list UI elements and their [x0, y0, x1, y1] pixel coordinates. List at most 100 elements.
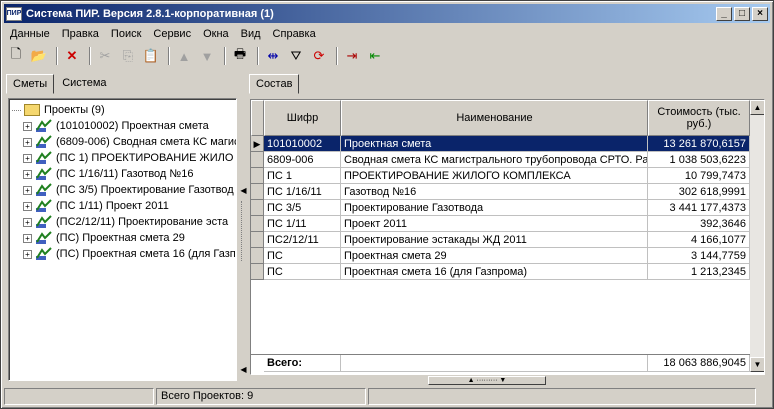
title-bar[interactable]: ПИР Система ПИР. Версия 2.8.1-корпоратив…	[4, 4, 770, 23]
expand-icon[interactable]: +	[23, 233, 32, 243]
table-row[interactable]: ▶ 101010002 Проектная смета 13 261 870,6157	[251, 136, 750, 152]
tree-item[interactable]: + (ПС) Проектная смета 29	[23, 230, 185, 246]
vertical-scrollbar[interactable]: ▲ ▼	[750, 100, 764, 372]
tree-item[interactable]: + (6809-006) Сводная смета КС магис	[23, 134, 236, 150]
tree-item[interactable]: + (ПС 3/5) Проектирование Газотвод	[23, 182, 234, 198]
open-folder-icon[interactable]: 📂	[29, 46, 49, 66]
cell-name[interactable]: Проект 2011	[341, 216, 648, 232]
table-row[interactable]: ПС2/12/11 Проектирование эстакады ЖД 2011…	[251, 232, 750, 248]
menu-search[interactable]: Поиск	[105, 28, 147, 40]
move-up-icon[interactable]: ▲	[174, 46, 194, 66]
cell-name[interactable]: Проектирование эстакады ЖД 2011	[341, 232, 648, 248]
tree-item[interactable]: + (101010002) Проектная смета	[23, 118, 209, 134]
tree-item[interactable]: + (ПС2/12/11) Проектирование эста	[23, 214, 228, 230]
cell-cost[interactable]: 3 441 177,4373	[648, 200, 750, 216]
cell-code[interactable]: ПС	[264, 248, 341, 264]
tree-item[interactable]: + (ПС 1) ПРОЕКТИРОВАНИЕ ЖИЛО	[23, 150, 233, 166]
scroll-down-icon[interactable]: ▼	[750, 357, 764, 372]
cell-code[interactable]: ПС2/12/11	[264, 232, 341, 248]
cell-name[interactable]: Сводная смета КС магистрального трубопро…	[341, 152, 648, 168]
cell-name[interactable]: Газотвод №16	[341, 184, 648, 200]
cell-name[interactable]: Проектная смета 29	[341, 248, 648, 264]
cell-code[interactable]: 101010002	[264, 136, 341, 152]
cell-code[interactable]: ПС 3/5	[264, 200, 341, 216]
expand-icon[interactable]: +	[23, 249, 32, 259]
splitter-grip[interactable]	[241, 201, 245, 261]
header-cost[interactable]: Стоимость (тыс. руб.)	[648, 100, 750, 136]
table-row[interactable]: ПС Проектная смета 16 (для Газпрома) 1 213…	[251, 264, 750, 280]
expand-icon[interactable]: +	[23, 201, 32, 211]
minimize-button[interactable]: _	[716, 6, 732, 21]
project-tree: Проекты (9) + (101010002) Проектная смета…	[8, 98, 237, 381]
cut-icon[interactable]: ✂	[95, 46, 115, 66]
cell-name[interactable]: ПРОЕКТИРОВАНИЕ ЖИЛОГО КОМПЛЕКСА	[341, 168, 648, 184]
total-empty	[341, 355, 648, 372]
cell-cost[interactable]: 4 166,1077	[648, 232, 750, 248]
cell-cost[interactable]: 302 618,9991	[648, 184, 750, 200]
cell-code[interactable]: ПС 1/11	[264, 216, 341, 232]
header-code[interactable]: Шифр	[264, 100, 341, 136]
expand-icon[interactable]: +	[23, 185, 32, 195]
import-icon[interactable]: ⇤	[365, 46, 385, 66]
cell-code[interactable]: ПС 1	[264, 168, 341, 184]
table-row[interactable]: 6809-006 Сводная смета КС магистрального …	[251, 152, 750, 168]
table-splitter-grip[interactable]: ▲ ········· ▼	[428, 376, 546, 385]
scroll-up-icon[interactable]: ▲	[750, 100, 764, 115]
delete-icon[interactable]: ✕	[62, 46, 82, 66]
expand-icon[interactable]: +	[23, 217, 32, 227]
project-icon	[35, 247, 53, 261]
cell-cost[interactable]: 392,3646	[648, 216, 750, 232]
project-icon	[35, 199, 53, 213]
expand-icon[interactable]: +	[23, 153, 32, 163]
header-name[interactable]: Наименование	[341, 100, 648, 136]
menu-data[interactable]: Данные	[4, 28, 56, 40]
menu-edit[interactable]: Правка	[56, 28, 105, 40]
copy-icon[interactable]: ⎘	[118, 46, 138, 66]
paste-icon[interactable]: 📋	[141, 46, 161, 66]
filter-icon[interactable]: ⛛	[286, 46, 306, 66]
cell-name[interactable]: Проектная смета	[341, 136, 648, 152]
menu-view[interactable]: Вид	[235, 28, 267, 40]
tree-item[interactable]: + (ПС 1/11) Проект 2011	[23, 198, 169, 214]
table-row[interactable]: ПС 3/5 Проектирование Газотвода 3 441 177,…	[251, 200, 750, 216]
table-row[interactable]: ПС Проектная смета 29 3 144,7759	[251, 248, 750, 264]
cell-name[interactable]: Проектирование Газотвода	[341, 200, 648, 216]
toolbar-separator	[257, 47, 259, 65]
cell-code[interactable]: 6809-006	[264, 152, 341, 168]
expand-icon[interactable]: +	[23, 121, 32, 131]
cell-code[interactable]: ПС 1/16/11	[264, 184, 341, 200]
export-icon[interactable]: ⇥	[342, 46, 362, 66]
tree-root[interactable]: Проекты (9)	[12, 102, 105, 118]
menu-service[interactable]: Сервис	[147, 28, 197, 40]
tab-estimates[interactable]: Сметы	[6, 74, 55, 94]
cell-cost[interactable]: 10 799,7473	[648, 168, 750, 184]
cell-cost[interactable]: 1 038 503,6223	[648, 152, 750, 168]
menu-windows[interactable]: Окна	[197, 28, 235, 40]
new-document-icon[interactable]: 🗋	[6, 46, 26, 66]
menu-help[interactable]: Справка	[267, 28, 322, 40]
cell-cost[interactable]: 3 144,7759	[648, 248, 750, 264]
maximize-button[interactable]: □	[734, 6, 750, 21]
column-setup-icon[interactable]: ⇹	[263, 46, 283, 66]
expand-icon[interactable]: +	[23, 169, 32, 179]
toolbar: 🗋 📂 ✕ ✂ ⎘ 📋 ▲ ▼ 🖶 ⇹ ⛛ ⟳ ⇥ ⇤	[4, 44, 770, 68]
table-row[interactable]: ПС 1/11 Проект 2011 392,3646	[251, 216, 750, 232]
print-icon[interactable]: 🖶	[230, 46, 250, 66]
tab-system[interactable]: Система	[56, 74, 113, 94]
cell-name[interactable]: Проектная смета 16 (для Газпрома)	[341, 264, 648, 280]
table-row[interactable]: ПС 1/16/11 Газотвод №16 302 618,9991	[251, 184, 750, 200]
tree-item-label: (ПС 1/16/11) Газотвод №16	[56, 168, 194, 180]
tree-item[interactable]: + (ПС 1/16/11) Газотвод №16	[23, 166, 193, 182]
cell-code[interactable]: ПС	[264, 264, 341, 280]
cell-cost[interactable]: 13 261 870,6157	[648, 136, 750, 152]
collapse-left-icon[interactable]: ◀	[240, 186, 247, 196]
move-down-icon[interactable]: ▼	[197, 46, 217, 66]
cell-cost[interactable]: 1 213,2345	[648, 264, 750, 280]
tree-item[interactable]: + (ПС) Проектная смета 16 (для Газп	[23, 246, 236, 262]
tab-composition[interactable]: Состав	[249, 74, 300, 94]
expand-icon[interactable]: +	[23, 137, 32, 147]
refresh-icon[interactable]: ⟳	[309, 46, 329, 66]
collapse-left-icon[interactable]: ◀	[240, 365, 247, 375]
close-button[interactable]: ×	[752, 6, 768, 21]
table-row[interactable]: ПС 1 ПРОЕКТИРОВАНИЕ ЖИЛОГО КОМПЛЕКСА 10 79…	[251, 168, 750, 184]
